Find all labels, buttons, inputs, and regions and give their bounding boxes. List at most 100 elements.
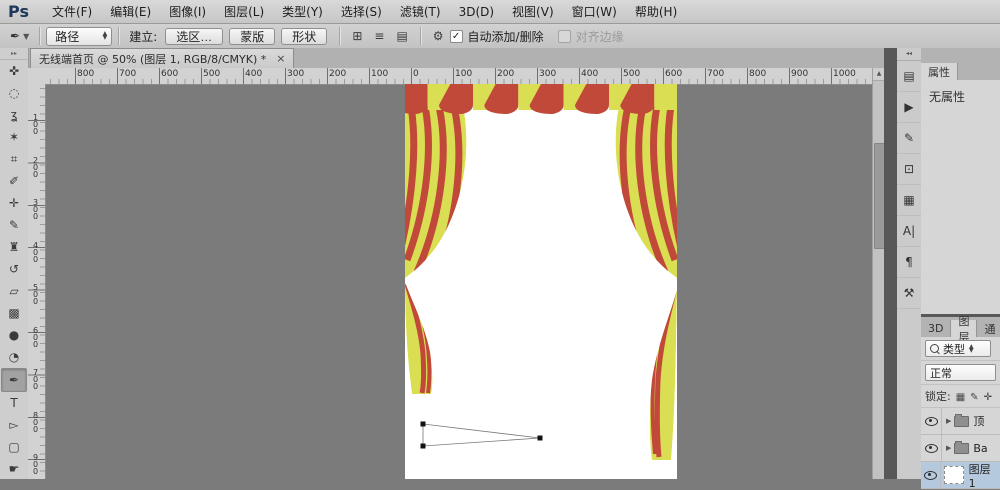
layer-row[interactable]: 图层 1 xyxy=(921,462,1000,489)
right-curtain-upper xyxy=(616,106,677,282)
make-mask-button[interactable]: 蒙版 xyxy=(229,28,275,45)
ruler-origin-corner xyxy=(28,68,46,85)
v-ruler-label: 300 xyxy=(31,199,40,220)
layer-group-row[interactable]: ▶顶 xyxy=(921,408,1000,435)
menu-item-6[interactable]: 滤镜(T) xyxy=(391,5,450,19)
lock-transparency-icon[interactable]: ▦ xyxy=(956,392,965,403)
tab-properties[interactable]: 属性 xyxy=(921,63,958,80)
work-path-outline[interactable] xyxy=(423,424,540,446)
toolbox-grip[interactable]: ▸▸ xyxy=(0,48,28,60)
h-ruler-label: 100 xyxy=(455,69,472,79)
auto-add-delete-checkbox[interactable]: ✓ xyxy=(450,30,463,43)
make-shape-button[interactable]: 形状 xyxy=(281,28,327,45)
vertical-ruler[interactable]: 100200300400500600700800900 xyxy=(28,84,46,479)
menu-item-8[interactable]: 视图(V) xyxy=(503,5,563,19)
actions-panel-icon[interactable]: ▶ xyxy=(897,92,921,123)
path-selection-tool[interactable]: ▻ xyxy=(2,414,26,436)
marquee-tool[interactable]: ◌ xyxy=(2,82,26,104)
visibility-toggle[interactable] xyxy=(921,462,941,488)
move-tool[interactable]: ✜ xyxy=(2,60,26,82)
path-operations-icon[interactable]: ⊞ xyxy=(346,29,368,43)
h-ruler-label: 300 xyxy=(287,69,304,79)
align-edges-label: 对齐边缘 xyxy=(576,28,624,45)
blend-mode-row: 正常 xyxy=(921,361,1000,385)
close-icon[interactable]: × xyxy=(276,52,285,65)
menu-item-9[interactable]: 窗口(W) xyxy=(563,5,626,19)
layer-group-row[interactable]: ▶Ba xyxy=(921,435,1000,462)
crop-tool[interactable]: ⌗ xyxy=(2,148,26,170)
lasso-tool[interactable]: ʓ xyxy=(2,104,26,126)
expand-panels-icon[interactable]: ◂◂ xyxy=(897,48,921,61)
layer-filter-select[interactable]: 类型 ▲▼ xyxy=(925,340,991,357)
blend-mode-select[interactable]: 正常 xyxy=(925,364,996,381)
h-ruler-label: 900 xyxy=(791,69,808,79)
toolbox: ▸▸ ✜◌ʓ✶⌗✐✛✎♜↺▱▩●◔✒T▻▢☛ xyxy=(0,48,29,479)
dodge-tool[interactable]: ◔ xyxy=(2,346,26,368)
brush-tool[interactable]: ✎ xyxy=(2,214,26,236)
document-tab[interactable]: 无线端首页 @ 50% (图层 1, RGB/8/CMYK) * × xyxy=(30,48,294,68)
photoshop-logo: Ps xyxy=(0,2,43,21)
tab-layers[interactable]: 图层 xyxy=(951,320,977,337)
v-ruler-label: 600 xyxy=(31,327,40,348)
menu-item-2[interactable]: 图像(I) xyxy=(160,5,215,19)
path-alignment-icon[interactable]: ≡ xyxy=(368,29,390,43)
menu-item-1[interactable]: 编辑(E) xyxy=(101,5,160,19)
path-arrange-icon[interactable]: ▤ xyxy=(390,29,413,43)
menu-item-0[interactable]: 文件(F) xyxy=(43,5,101,19)
character-panel-icon[interactable]: A| xyxy=(897,216,921,247)
expand-triangle-icon[interactable]: ▶ xyxy=(946,444,951,452)
v-ruler-label: 700 xyxy=(31,369,40,390)
shape-tool[interactable]: ▢ xyxy=(2,436,26,458)
tab-channels[interactable]: 通 xyxy=(977,320,1000,337)
menu-bar: Ps 文件(F)编辑(E)图像(I)图层(L)类型(Y)选择(S)滤镜(T)3D… xyxy=(0,0,1000,24)
layer-comps-panel-icon[interactable]: ▦ xyxy=(897,185,921,216)
clone-source-panel-icon[interactable]: ⊡ xyxy=(897,154,921,185)
eraser-tool[interactable]: ▱ xyxy=(2,280,26,302)
visibility-toggle[interactable] xyxy=(921,408,942,434)
tool-mode-select[interactable]: 路径 ▲▼ xyxy=(46,27,112,46)
menu-item-3[interactable]: 图层(L) xyxy=(215,5,273,19)
lock-position-icon[interactable]: ✛ xyxy=(984,392,992,403)
blur-tool[interactable]: ● xyxy=(2,324,26,346)
separator xyxy=(420,27,421,45)
visibility-toggle[interactable] xyxy=(921,435,942,461)
tab-3d[interactable]: 3D xyxy=(921,320,951,337)
menu-item-4[interactable]: 类型(Y) xyxy=(273,5,332,19)
hand-tool[interactable]: ☛ xyxy=(2,458,26,480)
pen-tool[interactable]: ✒ xyxy=(1,368,27,392)
healing-brush-tool[interactable]: ✛ xyxy=(2,192,26,214)
lock-paint-icon[interactable]: ✎ xyxy=(970,392,978,403)
blend-mode-value: 正常 xyxy=(930,365,952,381)
make-label: 建立: xyxy=(129,28,157,45)
current-tool-button[interactable]: ✒ ▼ xyxy=(0,29,33,43)
document-canvas[interactable] xyxy=(405,84,677,479)
history-panel-icon[interactable]: ▤ xyxy=(897,61,921,92)
layer-label: 顶 xyxy=(973,413,984,429)
type-tool[interactable]: T xyxy=(2,392,26,414)
paragraph-panel-icon[interactable]: ¶ xyxy=(897,247,921,278)
search-icon xyxy=(930,344,939,353)
path-anchor-point[interactable] xyxy=(421,422,426,427)
path-anchor-point[interactable] xyxy=(538,436,543,441)
magic-wand-tool[interactable]: ✶ xyxy=(2,126,26,148)
layer-thumbnail[interactable] xyxy=(944,466,963,484)
pen-path-overlay[interactable] xyxy=(421,422,543,449)
expand-triangle-icon[interactable]: ▶ xyxy=(946,417,951,425)
h-ruler-label: 400 xyxy=(581,69,598,79)
history-brush-tool[interactable]: ↺ xyxy=(2,258,26,280)
dock-gap xyxy=(884,48,897,479)
brush-panel-icon[interactable]: ✎ xyxy=(897,123,921,154)
gradient-tool[interactable]: ▩ xyxy=(2,302,26,324)
clone-stamp-tool[interactable]: ♜ xyxy=(2,236,26,258)
menu-item-5[interactable]: 选择(S) xyxy=(332,5,391,19)
align-edges-checkbox[interactable] xyxy=(558,30,571,43)
tool-presets-panel-icon[interactable]: ⚒ xyxy=(897,278,921,309)
horizontal-ruler[interactable]: 8007006005004003002001000100200300400500… xyxy=(45,68,872,85)
path-anchor-point[interactable] xyxy=(421,444,426,449)
eyedropper-tool[interactable]: ✐ xyxy=(2,170,26,192)
gear-icon[interactable]: ⚙ xyxy=(427,29,450,43)
make-selection-button[interactable]: 选区… xyxy=(165,28,223,45)
folder-icon xyxy=(954,416,969,427)
menu-item-10[interactable]: 帮助(H) xyxy=(626,5,686,19)
menu-item-7[interactable]: 3D(D) xyxy=(450,5,503,19)
